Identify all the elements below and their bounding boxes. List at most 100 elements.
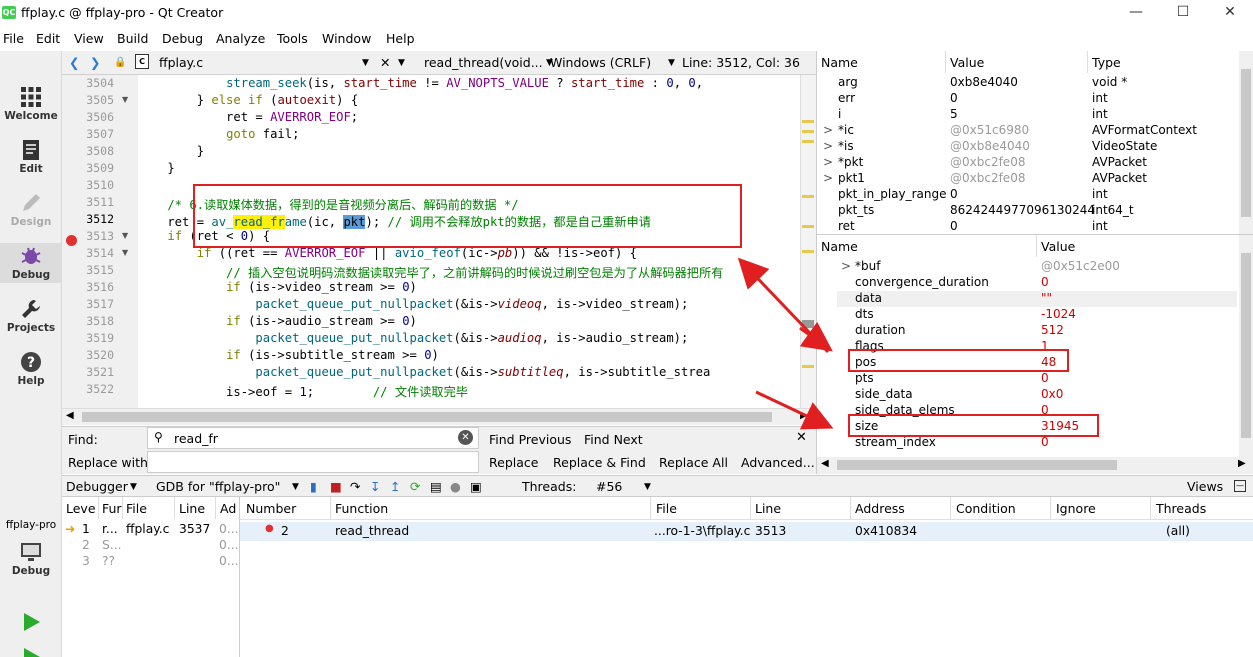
- thread-selector[interactable]: #56: [596, 479, 622, 494]
- debugger-dropdown-icon[interactable]: ▼: [130, 482, 137, 492]
- bp-header-file[interactable]: File: [656, 501, 677, 516]
- kit-selector[interactable]: Debug: [0, 541, 62, 577]
- expression-scrollbar[interactable]: [1239, 235, 1253, 457]
- expr-row[interactable]: duration 512: [817, 323, 1239, 339]
- scroll-left-icon[interactable]: ◀: [66, 410, 74, 421]
- stack-header-file[interactable]: File: [126, 501, 147, 516]
- nav-back-icon[interactable]: ❮: [69, 55, 79, 70]
- bp-header-threads[interactable]: Threads: [1156, 501, 1206, 516]
- scroll-thumb[interactable]: [82, 412, 772, 422]
- locals-header-type[interactable]: Type: [1092, 55, 1121, 70]
- expand-arrow-icon[interactable]: >: [823, 155, 833, 169]
- replace-input[interactable]: [147, 451, 479, 473]
- snapshot-icon[interactable]: ▣: [470, 479, 482, 494]
- locals-row[interactable]: err 0 int: [817, 91, 1239, 107]
- locals-row[interactable]: > *is @0xb8e4040 VideoState: [817, 139, 1239, 155]
- bp-header-line[interactable]: Line: [755, 501, 781, 516]
- step-into-icon[interactable]: ↧: [370, 479, 380, 494]
- bp-header-address[interactable]: Address: [855, 501, 905, 516]
- mode-help[interactable]: ? Help: [0, 351, 62, 387]
- find-previous-button[interactable]: Find Previous: [489, 432, 571, 447]
- step-out-icon[interactable]: ↥: [390, 479, 400, 494]
- find-next-button[interactable]: Find Next: [584, 432, 643, 447]
- close-find-icon[interactable]: ✕: [796, 430, 807, 445]
- instruction-mode-icon[interactable]: ▤: [430, 479, 442, 494]
- open-file-name[interactable]: ffplay.c: [159, 55, 203, 70]
- expr-header-name[interactable]: Name: [821, 239, 858, 254]
- editor-scrollbar[interactable]: [800, 75, 816, 408]
- bp-header-number[interactable]: Number: [246, 501, 296, 516]
- locals-row[interactable]: > pkt1 @0xbc2fe08 AVPacket: [817, 171, 1239, 187]
- restart-icon[interactable]: ⟳: [410, 479, 420, 494]
- expr-scroll-left-icon[interactable]: ◀: [821, 458, 829, 469]
- debug-run-button[interactable]: [0, 646, 62, 657]
- expr-header-value[interactable]: Value: [1041, 239, 1075, 254]
- mode-welcome[interactable]: Welcome: [0, 86, 62, 122]
- bp-header-condition[interactable]: Condition: [956, 501, 1016, 516]
- kit-project-label[interactable]: ffplay-pro: [0, 519, 62, 531]
- expand-arrow-icon[interactable]: >: [841, 259, 851, 273]
- debugger-selector[interactable]: Debugger: [66, 479, 128, 494]
- line-ending-dropdown-icon[interactable]: ▼: [668, 58, 675, 68]
- maximize-button[interactable]: ☐: [1171, 2, 1195, 22]
- mode-debug[interactable]: Debug: [0, 243, 62, 283]
- breakpoints-view[interactable]: Number Function File Line Address Condit…: [240, 497, 1253, 657]
- function-selector[interactable]: read_thread(void...: [424, 55, 543, 70]
- replace-all-button[interactable]: Replace All: [659, 455, 728, 470]
- step-over-icon[interactable]: ↷: [350, 479, 360, 494]
- expression-h-scrollbar[interactable]: ◀ ▶: [817, 457, 1253, 474]
- stack-header-level[interactable]: Leve: [66, 501, 96, 516]
- stack-header-function[interactable]: Fur: [102, 501, 122, 516]
- nav-forward-icon[interactable]: ❯: [90, 55, 100, 70]
- fold-marker-icon[interactable]: ▼: [122, 95, 128, 104]
- locals-scrollbar[interactable]: [1239, 51, 1253, 234]
- expand-arrow-icon[interactable]: >: [823, 123, 833, 137]
- views-button[interactable]: Views: [1187, 479, 1223, 494]
- menu-view[interactable]: View: [74, 31, 104, 46]
- cursor-position[interactable]: Line: 3512, Col: 36: [682, 55, 800, 70]
- locals-view[interactable]: Name Value Type arg 0xb8e4040 void * err 0 in…: [816, 51, 1253, 234]
- fold-marker-icon[interactable]: ▼: [122, 248, 128, 257]
- fold-marker-icon[interactable]: ▼: [122, 231, 128, 240]
- bp-header-ignore[interactable]: Ignore: [1056, 501, 1096, 516]
- expr-row[interactable]: > *buf @0x51c2e00: [817, 259, 1239, 275]
- stack-header-line[interactable]: Line: [179, 501, 205, 516]
- run-button[interactable]: [0, 611, 62, 635]
- expr-row[interactable]: stream_index 0: [817, 435, 1239, 451]
- locals-row[interactable]: i 5 int: [817, 107, 1239, 123]
- mode-design[interactable]: Design: [0, 192, 62, 228]
- locals-row[interactable]: pkt_ts 8624244977096130244 int64_t: [817, 203, 1239, 219]
- breakpoint-marker-icon[interactable]: [66, 235, 77, 246]
- stack-frame-row[interactable]: 2 S... 0...: [62, 538, 240, 554]
- menu-debug[interactable]: Debug: [162, 31, 203, 46]
- clear-search-icon[interactable]: ✕: [458, 430, 473, 445]
- locals-row[interactable]: pkt_in_play_range 0 int: [817, 187, 1239, 203]
- close-window-button[interactable]: ✕: [1218, 2, 1242, 22]
- expr-row[interactable]: pts 0: [817, 371, 1239, 387]
- menu-analyze[interactable]: Analyze: [216, 31, 265, 46]
- mode-projects[interactable]: Projects: [0, 298, 62, 334]
- engine-dropdown-icon[interactable]: ▼: [292, 482, 299, 492]
- file-dropdown-icon[interactable]: ▼: [362, 58, 369, 68]
- engine-selector[interactable]: GDB for "ffplay-pro": [156, 479, 280, 494]
- advanced-button[interactable]: Advanced...: [741, 455, 815, 470]
- replace-find-button[interactable]: Replace & Find: [553, 455, 646, 470]
- locals-row[interactable]: arg 0xb8e4040 void *: [817, 75, 1239, 91]
- mode-edit[interactable]: Edit: [0, 139, 62, 175]
- expand-arrow-icon[interactable]: >: [823, 171, 833, 185]
- expr-row[interactable]: data "": [817, 291, 1239, 307]
- record-icon[interactable]: ●: [450, 479, 461, 494]
- menu-edit[interactable]: Edit: [36, 31, 60, 46]
- minimize-button[interactable]: —: [1124, 2, 1148, 22]
- replace-button[interactable]: Replace: [489, 455, 538, 470]
- menu-file[interactable]: File: [3, 31, 24, 46]
- float-panel-icon[interactable]: —: [1234, 480, 1246, 492]
- locals-header-value[interactable]: Value: [950, 55, 984, 70]
- expr-row[interactable]: dts -1024: [817, 307, 1239, 323]
- thread-dropdown-icon[interactable]: ▼: [644, 482, 651, 492]
- menu-build[interactable]: Build: [117, 31, 148, 46]
- continue-icon[interactable]: ▮: [310, 479, 317, 494]
- breakpoint-row[interactable]: ● 2 read_thread ...ro-1-3\ffplay.c 3513 …: [240, 522, 1253, 541]
- menu-tools[interactable]: Tools: [277, 31, 308, 46]
- expr-row[interactable]: convergence_duration 0: [817, 275, 1239, 291]
